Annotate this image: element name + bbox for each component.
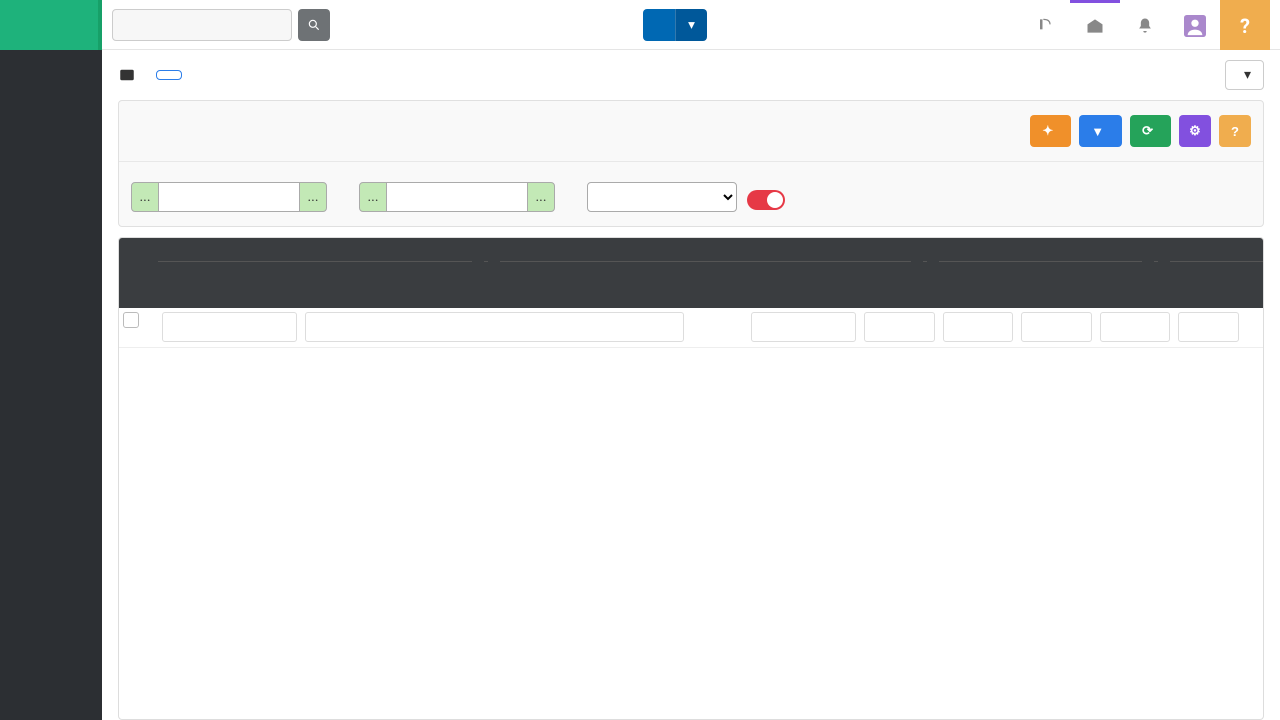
stock-type-select[interactable]: [587, 182, 737, 212]
scanner-icon[interactable]: [1020, 0, 1070, 50]
find-sell[interactable]: [1178, 312, 1239, 342]
stock-code-picker-right[interactable]: ...: [299, 182, 327, 212]
refresh-button[interactable]: ⟳: [1130, 115, 1171, 147]
search-input[interactable]: [112, 9, 292, 41]
group-levels: [801, 246, 1037, 262]
find-desc[interactable]: [305, 312, 684, 342]
new-stock-item-button[interactable]: [643, 9, 675, 41]
warehouse-icon[interactable]: [1070, 0, 1120, 50]
find-ord[interactable]: [864, 312, 935, 342]
page-title: [118, 66, 144, 84]
logo[interactable]: [0, 0, 102, 50]
new-stock-item-dropdown[interactable]: ▾: [675, 9, 707, 41]
stock-code-input[interactable]: [159, 182, 299, 212]
search-button[interactable]: [298, 9, 330, 41]
find-code[interactable]: [162, 312, 296, 342]
find-type[interactable]: [751, 312, 856, 342]
avatar-icon[interactable]: [1170, 0, 1220, 50]
filters-button[interactable]: ▼: [1079, 115, 1122, 147]
help-button[interactable]: ?: [1220, 0, 1270, 50]
group-pricing: [1037, 246, 1263, 262]
grid-actions-button[interactable]: ✦: [1030, 115, 1071, 147]
find-asn[interactable]: [943, 312, 1014, 342]
settings-button[interactable]: ⚙: [1179, 115, 1211, 147]
add-new-button[interactable]: [156, 70, 182, 80]
stock-code-picker-left[interactable]: ...: [131, 182, 159, 212]
find-buy[interactable]: [1100, 312, 1171, 342]
bell-icon[interactable]: [1120, 0, 1170, 50]
actions-dropdown[interactable]: ▾: [1225, 60, 1264, 90]
stock-type-toggle[interactable]: [747, 190, 785, 210]
description-picker-right[interactable]: ...: [527, 182, 555, 212]
find-avl[interactable]: [1021, 312, 1092, 342]
description-input[interactable]: [387, 182, 527, 212]
panel-help-button[interactable]: ?: [1219, 115, 1251, 147]
description-picker-left[interactable]: ...: [359, 182, 387, 212]
group-general: [158, 246, 801, 262]
